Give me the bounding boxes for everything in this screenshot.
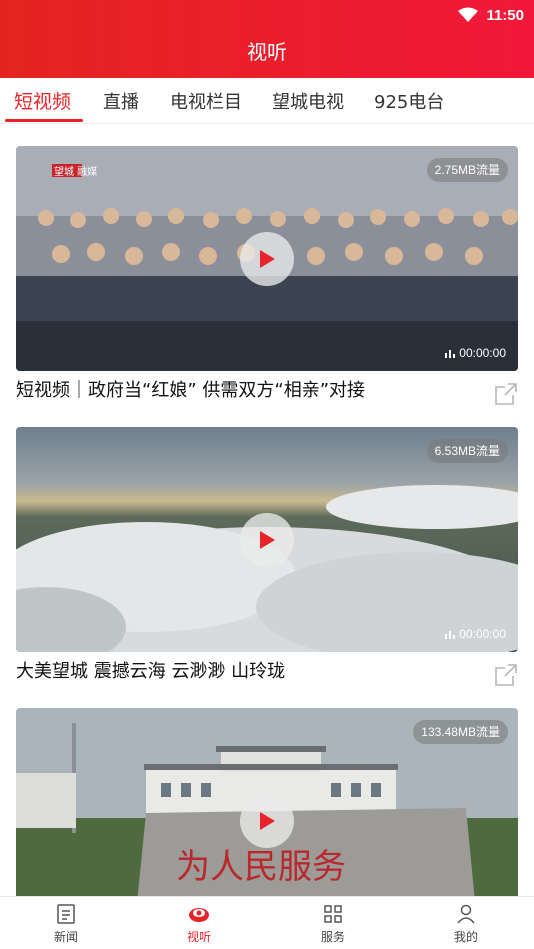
status-bar: 11:50 (458, 5, 524, 25)
play-button[interactable] (240, 232, 294, 286)
play-icon (260, 812, 275, 830)
category-tabs: 短视频 直播 电视栏目 望城电视 925电台 (0, 78, 534, 124)
video-watermark: 望城 融媒 (54, 165, 97, 178)
share-icon (495, 383, 517, 405)
play-icon (260, 250, 275, 268)
audiovisual-icon (189, 908, 209, 922)
svg-text:为人民服务: 为人民服务 (176, 847, 346, 887)
nav-audiovisual[interactable]: 视听 (159, 903, 239, 945)
nav-news-label: 新闻 (53, 930, 78, 944)
video-duration: 00:00:00 (445, 346, 506, 360)
status-time: 11:50 (486, 6, 524, 24)
play-button[interactable] (240, 794, 294, 848)
app-header: 11:50 视听 (0, 0, 534, 78)
video-card[interactable]: 为人民服务 133.48MB流量 (16, 708, 518, 896)
video-thumbnail[interactable]: 为人民服务 133.48MB流量 (16, 708, 518, 896)
nav-news[interactable]: 新闻 (26, 903, 106, 945)
tab-925-radio[interactable]: 925电台 (374, 88, 444, 114)
video-title[interactable]: 短视频｜政府当“红娘” 供需双方“相亲”对接 (16, 376, 486, 402)
nav-profile[interactable]: 我的 (426, 903, 506, 945)
traffic-badge: 133.48MB流量 (413, 720, 508, 744)
bottom-nav: 新闻 视听 服务 我的 (0, 896, 534, 949)
traffic-badge: 6.53MB流量 (426, 439, 508, 463)
wifi-icon (458, 7, 479, 22)
tab-tv-programs[interactable]: 电视栏目 (170, 88, 242, 114)
nav-audiovisual-label: 视听 (186, 930, 211, 944)
bars-icon (445, 631, 456, 639)
video-card[interactable]: 6.53MB流量 00:00:00 大美望城 震撼云海 云渺渺 山玲珑 (16, 427, 518, 686)
video-title[interactable]: 大美望城 震撼云海 云渺渺 山玲珑 (16, 657, 486, 683)
bars-icon (445, 350, 456, 358)
nav-services[interactable]: 服务 (293, 903, 373, 945)
video-thumbnail[interactable]: 望城 融媒 2.75MB流量 00:00:00 (16, 146, 518, 371)
page-title: 视听 (247, 40, 287, 64)
nav-services-label: 服务 (320, 930, 345, 944)
services-grid-icon (324, 905, 342, 923)
news-icon (57, 904, 75, 924)
share-button[interactable] (494, 382, 518, 406)
video-thumbnail[interactable]: 6.53MB流量 00:00:00 (16, 427, 518, 652)
play-button[interactable] (240, 513, 294, 567)
video-card[interactable]: 望城 融媒 2.75MB流量 00:00:00 短视频｜政府当“红娘” 供需双方… (16, 146, 518, 405)
video-duration: 00:00:00 (445, 627, 506, 641)
tab-short-video[interactable]: 短视频 (14, 87, 71, 114)
duration-text: 00:00:00 (459, 627, 506, 641)
active-tab-indicator (5, 119, 83, 122)
video-feed[interactable]: 望城 融媒 2.75MB流量 00:00:00 短视频｜政府当“红娘” 供需双方… (0, 124, 534, 896)
tab-live[interactable]: 直播 (103, 88, 139, 114)
duration-text: 00:00:00 (459, 346, 506, 360)
play-icon (260, 531, 275, 549)
tab-wangcheng-tv[interactable]: 望城电视 (272, 88, 344, 114)
profile-icon (457, 904, 475, 924)
share-button[interactable] (494, 663, 518, 687)
traffic-badge: 2.75MB流量 (426, 158, 508, 182)
share-icon (495, 664, 517, 686)
nav-profile-label: 我的 (453, 930, 478, 944)
